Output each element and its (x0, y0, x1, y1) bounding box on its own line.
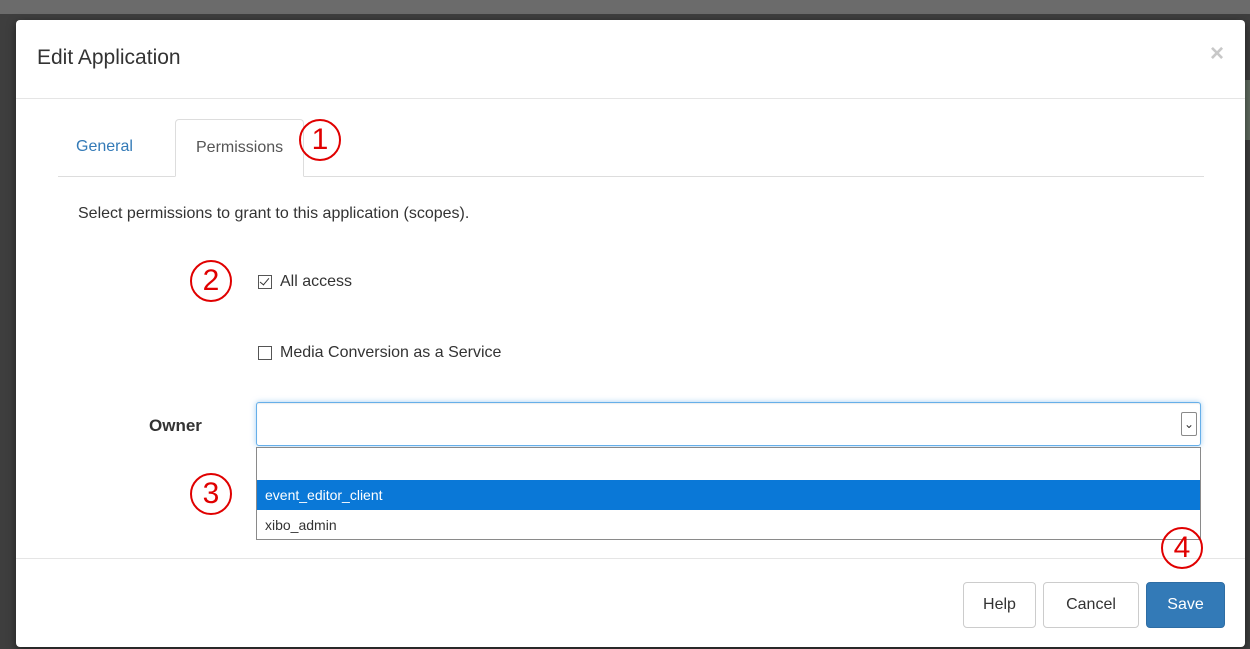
edit-application-modal: Edit Application × General Permissions 1… (16, 20, 1245, 647)
owner-option-empty[interactable] (257, 448, 1200, 480)
annotation-marker-1: 1 (299, 119, 341, 161)
owner-option-event-editor-client[interactable]: event_editor_client (257, 480, 1200, 510)
tab-general[interactable]: General (58, 119, 151, 175)
scope-all-access[interactable]: All access (258, 273, 352, 291)
media-conversion-checkbox[interactable] (258, 346, 272, 360)
owner-option-xibo-admin[interactable]: xibo_admin (257, 510, 1200, 540)
save-button[interactable]: Save (1146, 582, 1225, 628)
annotation-marker-3: 3 (190, 473, 232, 515)
close-icon[interactable]: × (1210, 40, 1224, 68)
tab-permissions[interactable]: Permissions (175, 119, 305, 177)
chevron-down-icon[interactable]: ⌄ (1181, 412, 1197, 436)
modal-title: Edit Application (37, 46, 181, 69)
scope-media-conversion[interactable]: Media Conversion as a Service (258, 344, 501, 362)
all-access-label: All access (280, 273, 353, 290)
owner-dropdown-list: event_editor_client xibo_admin (256, 447, 1201, 540)
help-button[interactable]: Help (963, 582, 1036, 628)
cancel-button[interactable]: Cancel (1043, 582, 1139, 628)
owner-select[interactable]: ⌄ (256, 402, 1201, 446)
background-app-bar (0, 0, 1250, 14)
all-access-checkbox[interactable] (258, 275, 272, 289)
tab-bar: General Permissions (58, 119, 1204, 177)
annotation-marker-2: 2 (190, 260, 232, 302)
annotation-marker-4: 4 (1161, 527, 1203, 569)
modal-footer: Help Cancel Save (16, 558, 1245, 648)
owner-label: Owner (149, 416, 202, 435)
permissions-description: Select permissions to grant to this appl… (78, 205, 470, 222)
media-conversion-label: Media Conversion as a Service (280, 344, 502, 361)
modal-header: Edit Application × (16, 20, 1245, 99)
